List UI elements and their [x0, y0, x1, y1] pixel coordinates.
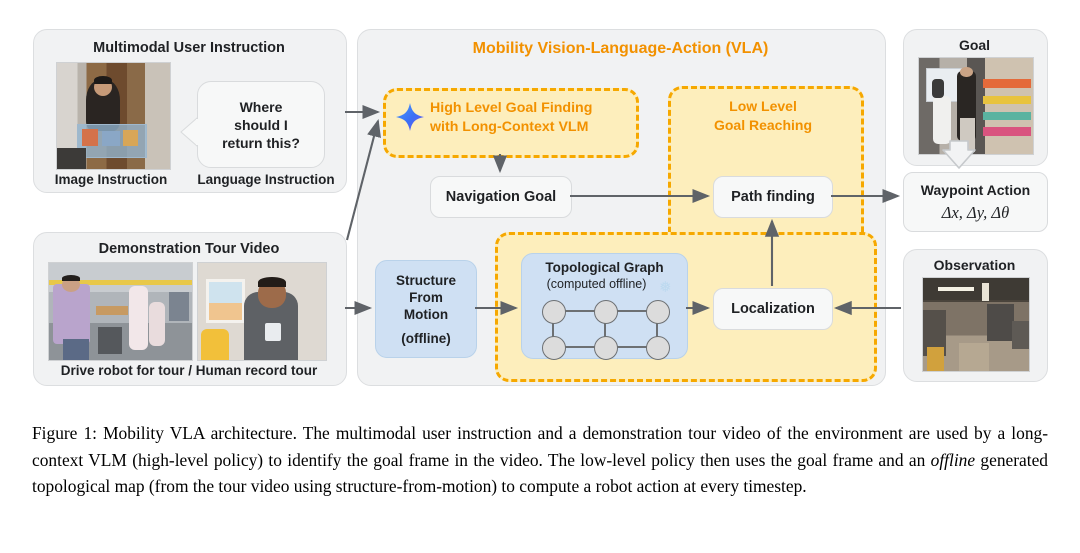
waypoint-action-formula: Δx, Δy, Δθ	[941, 202, 1010, 222]
vla-panel-title: Mobility Vision-Language-Action (VLA)	[472, 40, 769, 57]
topological-graph-subtitle: (computed offline)	[546, 277, 647, 291]
snowflake-icon: ❅	[659, 279, 672, 296]
path-finding-box[interactable]: Path finding	[713, 176, 833, 218]
low-level-title-line-1: Low Level	[729, 98, 797, 114]
observation-image-thumbnail	[922, 277, 1030, 372]
speech-line-3: return this?	[222, 134, 300, 151]
navigation-goal-label: Navigation Goal	[445, 189, 557, 205]
topological-graph-box[interactable]: Topological Graph (computed offline) ❅	[521, 253, 688, 360]
structure-from-motion-box[interactable]: Structure From Motion (offline)	[375, 260, 477, 358]
figure-caption: Figure 1: Mobility VLA architecture. The…	[32, 420, 1048, 500]
goal-panel-title: Goal	[958, 37, 991, 53]
caption-italic-offline: offline	[930, 449, 976, 470]
drive-robot-tour-thumbnail	[48, 262, 193, 361]
topological-graph-title: Topological Graph	[545, 260, 664, 275]
speech-line-2: should I	[234, 116, 288, 133]
goal-image-thumbnail	[918, 57, 1034, 155]
graph-node	[542, 300, 566, 324]
localization-label: Localization	[731, 301, 815, 317]
image-instruction-thumbnail	[56, 62, 171, 170]
high-level-label-line-1: High Level Goal Finding	[430, 100, 593, 116]
speech-line-1: Where	[239, 98, 283, 115]
caption-part-1: Figure 1: Mobility VLA architecture. The…	[32, 423, 1048, 470]
navigation-goal-box[interactable]: Navigation Goal	[430, 176, 572, 218]
sfm-line-3: Motion	[403, 307, 449, 322]
instruction-panel-title: Multimodal User Instruction	[93, 40, 285, 56]
tour-panel-caption: Drive robot for tour / Human record tour	[60, 363, 318, 378]
low-level-title-line-2: Goal Reaching	[713, 117, 813, 133]
waypoint-action-box: Waypoint Action Δx, Δy, Δθ	[903, 172, 1048, 232]
graph-node	[594, 300, 618, 324]
sfm-line-4: (offline)	[401, 331, 451, 346]
high-level-label-line-2: with Long-Context VLM	[430, 119, 589, 135]
graph-node	[594, 336, 618, 360]
language-instruction-speech-bubble: Where should I return this?	[197, 81, 325, 168]
graph-node	[646, 336, 670, 360]
tour-panel-title: Demonstration Tour Video	[98, 241, 280, 257]
path-finding-label: Path finding	[731, 189, 815, 205]
graph-node	[646, 300, 670, 324]
human-record-tour-thumbnail	[197, 262, 327, 361]
language-instruction-label: Language Instruction	[197, 172, 335, 187]
observation-panel-title: Observation	[933, 257, 1016, 273]
graph-node	[542, 336, 566, 360]
localization-box[interactable]: Localization	[713, 288, 833, 330]
sfm-line-1: Structure	[395, 273, 456, 288]
sfm-line-2: From	[409, 290, 443, 305]
waypoint-action-title: Waypoint Action	[920, 181, 1031, 198]
image-instruction-label: Image Instruction	[54, 172, 168, 187]
